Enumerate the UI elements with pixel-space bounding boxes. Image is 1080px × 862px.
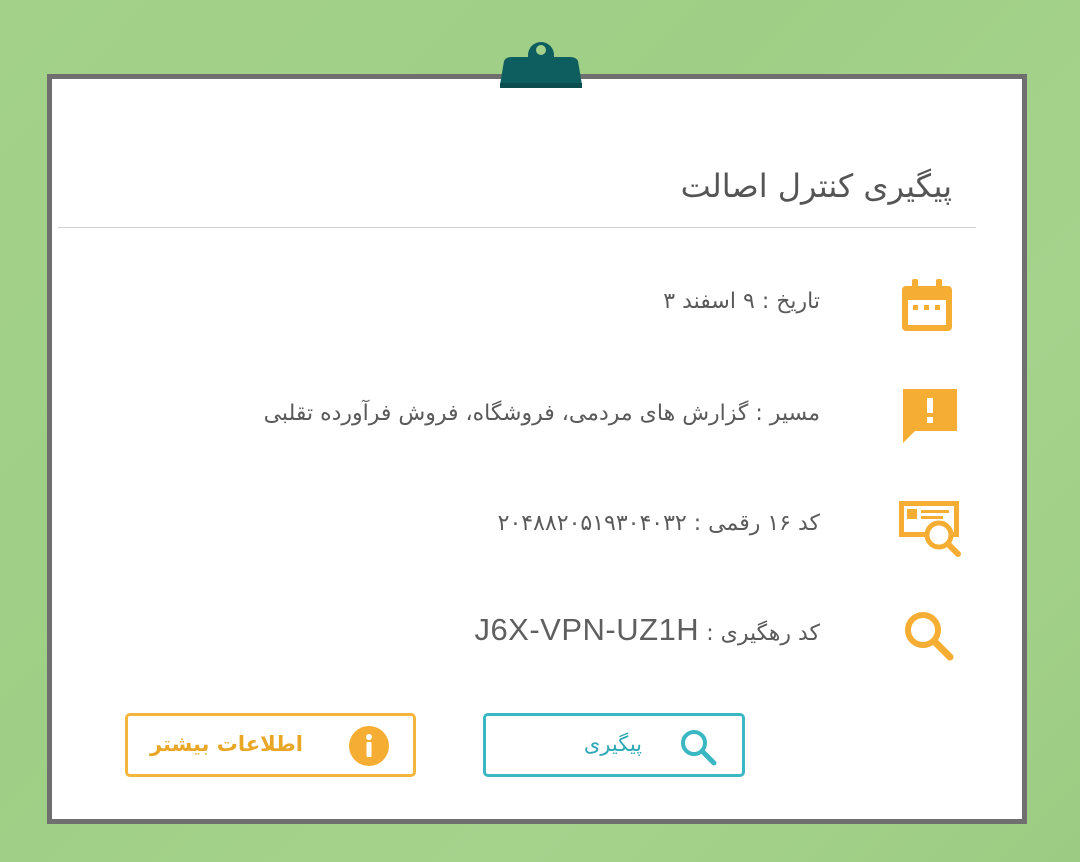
info-icon <box>348 725 390 771</box>
more-info-button-label: اطلاعات بیشتر <box>149 732 303 756</box>
date-label: تاریخ : <box>761 289 820 314</box>
search-icon <box>903 610 957 668</box>
page-title: پیگیری کنترل اصالت <box>680 167 952 205</box>
code-search-icon <box>897 497 963 561</box>
report-alert-icon <box>899 385 961 451</box>
code16-row: کد ۱۶ رقمی : ۲۰۴۸۸۲۰۵۱۹۳۰۴۰۳۲ <box>498 511 820 536</box>
clipboard-clip-icon <box>498 33 584 89</box>
tracking-card: پیگیری کنترل اصالت تاریخ : ۹ اسفند ۳ مسی… <box>47 74 1027 824</box>
track-button[interactable]: پیگیری <box>483 713 745 777</box>
calendar-icon <box>899 276 957 338</box>
more-info-button[interactable]: اطلاعات بیشتر <box>125 713 416 777</box>
code16-value: ۲۰۴۸۸۲۰۵۱۹۳۰۴۰۳۲ <box>497 511 687 536</box>
date-row: تاریخ : ۹ اسفند ۳ <box>663 289 820 314</box>
title-divider <box>58 227 976 228</box>
route-value: گزارش های مردمی، فروشگاه، فروش فرآورده ت… <box>263 401 749 426</box>
tracking-code-row: کد رهگیری : J6X-VPN-UZ1H <box>474 612 820 648</box>
tracking-code-value: J6X-VPN-UZ1H <box>474 612 700 647</box>
search-icon <box>679 728 719 772</box>
code16-label: کد ۱۶ رقمی : <box>693 511 820 536</box>
route-label: مسیر : <box>755 401 820 426</box>
track-button-label: پیگیری <box>583 732 642 756</box>
route-row: مسیر : گزارش های مردمی، فروشگاه، فروش فر… <box>264 401 820 426</box>
tracking-code-label: کد رهگیری : <box>706 621 820 646</box>
date-value: ۹ اسفند ۳ <box>663 289 755 314</box>
